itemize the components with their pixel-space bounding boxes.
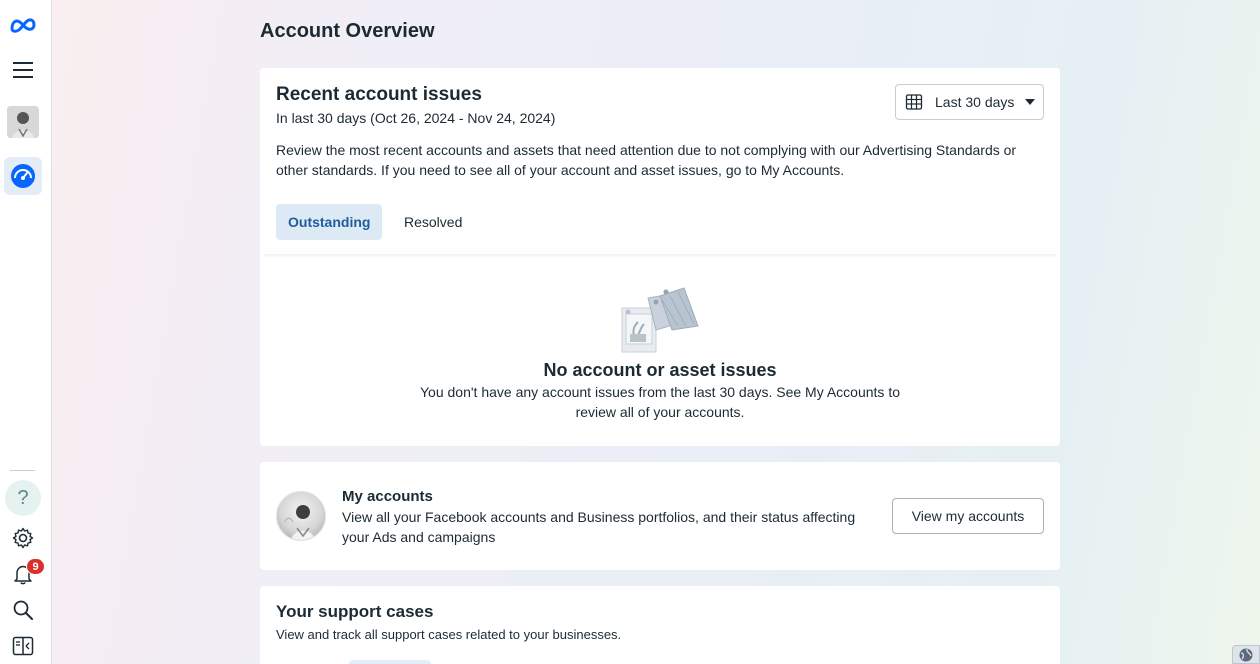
- support-tab-hint[interactable]: [349, 660, 431, 664]
- account-avatar: [276, 491, 326, 541]
- my-accounts-description: View all your Facebook accounts and Busi…: [342, 509, 856, 545]
- support-cases-card: Your support cases View and track all su…: [260, 586, 1060, 664]
- account-overview-icon[interactable]: [4, 157, 42, 195]
- my-accounts-title: My accounts: [342, 488, 433, 505]
- left-sidebar: ? 9: [0, 0, 52, 664]
- tab-outstanding[interactable]: Outstanding: [276, 204, 383, 240]
- help-icon[interactable]: ?: [5, 480, 41, 516]
- recent-issues-card: Recent account issues In last 30 days (O…: [260, 68, 1060, 446]
- sidebar-divider: [10, 470, 35, 471]
- search-icon[interactable]: [4, 591, 42, 629]
- avatar: [7, 106, 39, 138]
- meta-logo-icon[interactable]: [4, 6, 42, 44]
- notification-badge: 9: [26, 558, 45, 575]
- calendar-table-icon: [905, 94, 923, 110]
- issues-description: Review the most recent accounts and asse…: [276, 142, 1017, 178]
- support-cases-title: Your support cases: [276, 602, 434, 621]
- menu-icon[interactable]: [4, 51, 42, 89]
- tab-resolved[interactable]: Resolved: [392, 204, 474, 240]
- empty-state-illustration: [621, 287, 699, 353]
- caret-down-icon: [1025, 99, 1036, 105]
- empty-state-title: No account or asset issues: [543, 360, 777, 380]
- panel-toggle-icon[interactable]: [4, 627, 42, 664]
- date-range-label: Last 30 days: [935, 94, 1015, 110]
- profile-avatar[interactable]: [4, 103, 42, 141]
- support-cases-description: View and track all support cases related…: [276, 627, 622, 642]
- issues-title: Recent account issues: [276, 84, 482, 105]
- issues-subtitle: In last 30 days (Oct 26, 2024 - Nov 24, …: [276, 110, 556, 126]
- settings-icon[interactable]: [4, 519, 42, 557]
- page-title: Account Overview: [260, 20, 435, 42]
- empty-state-text: You don't have any account issues from t…: [420, 384, 900, 420]
- section-divider: [264, 254, 1056, 258]
- date-range-dropdown[interactable]: Last 30 days: [895, 84, 1044, 120]
- view-my-accounts-button[interactable]: View my accounts: [892, 498, 1044, 534]
- globe-icon: [1239, 648, 1253, 661]
- my-accounts-card: My accounts View all your Facebook accou…: [260, 462, 1060, 570]
- help-label: ?: [17, 486, 29, 509]
- corner-globe-widget[interactable]: [1232, 645, 1260, 664]
